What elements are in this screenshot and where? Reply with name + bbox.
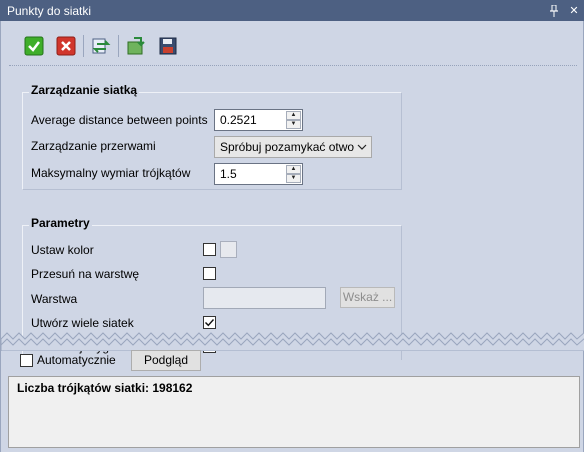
toolbar-separator bbox=[83, 35, 84, 57]
auto-label: Automatycznie bbox=[37, 353, 116, 367]
auto-checkbox[interactable] bbox=[20, 354, 33, 367]
triangle-count-text: Liczba trójkątów siatki: 198162 bbox=[17, 381, 193, 395]
folder-arrow-icon bbox=[127, 37, 145, 55]
chevron-down-icon bbox=[357, 140, 367, 157]
gaps-selected-value: Spróbuj pozamykać otwo bbox=[220, 140, 355, 154]
layer-label: Warstwa bbox=[31, 292, 78, 306]
refresh-button[interactable] bbox=[90, 35, 112, 57]
avg-distance-label: Average distance between points bbox=[31, 113, 208, 127]
move-layer-checkbox[interactable] bbox=[203, 267, 216, 280]
spin-down-icon[interactable]: ▼ bbox=[286, 174, 301, 183]
max-triangle-arrows[interactable]: ▲ ▼ bbox=[286, 165, 301, 183]
spin-up-icon[interactable]: ▲ bbox=[286, 111, 301, 120]
info-panel: Liczba trójkątów siatki: 198162 bbox=[8, 376, 580, 448]
green-check-icon bbox=[24, 36, 44, 56]
avg-distance-value: 0.2521 bbox=[220, 113, 257, 127]
close-icon: ✕ bbox=[569, 5, 579, 17]
preview-button[interactable]: Podgląd bbox=[131, 350, 201, 371]
avg-distance-spinbox[interactable]: 0.2521 ▲ ▼ bbox=[214, 109, 303, 131]
max-triangle-label: Maksymalny wymiar trójkątów bbox=[31, 166, 191, 180]
show-layer-button[interactable]: Wskaż ... bbox=[340, 287, 395, 308]
cancel-button[interactable] bbox=[55, 35, 77, 57]
window-title: Punkty do siatki bbox=[7, 3, 92, 18]
multi-mesh-checkbox[interactable] bbox=[203, 316, 216, 329]
layer-input[interactable] bbox=[203, 287, 326, 309]
max-triangle-spinbox[interactable]: 1.5 ▲ ▼ bbox=[214, 163, 303, 185]
save-button[interactable] bbox=[157, 35, 179, 57]
gaps-dropdown[interactable]: Spróbuj pozamykać otwo bbox=[214, 136, 372, 158]
window-titlebar: Punkty do siatki ✕ bbox=[0, 0, 584, 21]
checkmark-icon bbox=[205, 319, 215, 327]
ok-button[interactable] bbox=[23, 35, 45, 57]
set-color-checkbox[interactable] bbox=[203, 243, 216, 256]
gaps-label: Zarządzanie przerwami bbox=[31, 139, 156, 153]
content-area: Zarządzanie siatką Average distance betw… bbox=[9, 65, 577, 365]
toolbar bbox=[23, 34, 189, 58]
red-x-icon bbox=[56, 36, 76, 56]
floppy-icon bbox=[159, 37, 177, 55]
pin-icon bbox=[550, 4, 558, 17]
spin-down-icon[interactable]: ▼ bbox=[286, 120, 301, 129]
parameters-group-title: Parametry bbox=[29, 216, 92, 230]
mesh-group-title: Zarządzanie siatką bbox=[29, 83, 140, 97]
close-button[interactable]: ✕ bbox=[564, 1, 584, 21]
import-button[interactable] bbox=[125, 35, 147, 57]
mesh-management-group: Zarządzanie siatką Average distance betw… bbox=[22, 83, 402, 190]
move-layer-label: Przesuń na warstwę bbox=[31, 267, 140, 281]
avg-distance-arrows[interactable]: ▲ ▼ bbox=[286, 111, 301, 129]
color-swatch[interactable] bbox=[220, 241, 237, 258]
max-triangle-value: 1.5 bbox=[220, 167, 237, 181]
toolbar-separator-2 bbox=[118, 35, 119, 57]
swap-arrows-icon bbox=[92, 38, 111, 54]
torn-edge-divider bbox=[1, 332, 584, 351]
pin-button[interactable] bbox=[544, 1, 564, 21]
set-color-label: Ustaw kolor bbox=[31, 243, 94, 257]
spin-up-icon[interactable]: ▲ bbox=[286, 165, 301, 174]
